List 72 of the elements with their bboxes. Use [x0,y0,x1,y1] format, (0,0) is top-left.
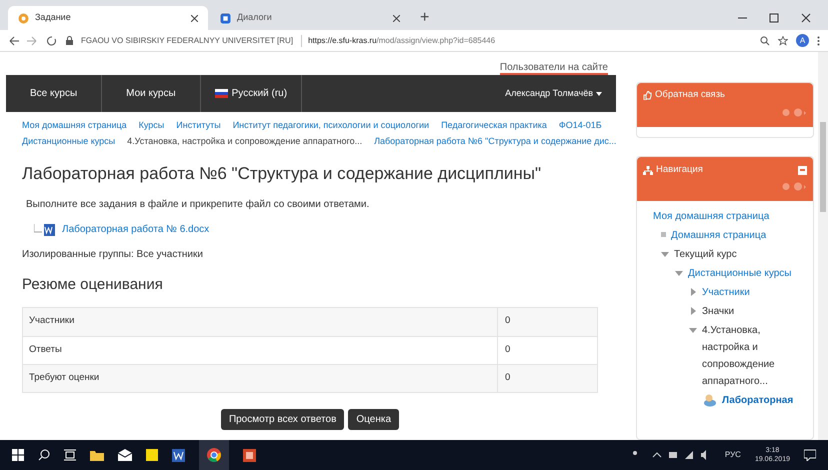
assignment-description: Выполните все задания в файле и прикрепите файл со своими ответами. [25,198,370,212]
table-cell-text: Требуют оценки [28,370,100,385]
user-menu[interactable]: Александр Толмачёв [491,86,616,100]
new-tab-button[interactable]: + [412,6,438,30]
block-title: Обратная связь [655,88,725,102]
breadcrumb-link[interactable]: ФО14-01Б [558,117,602,133]
breadcrumb-link[interactable]: Курсы [138,117,164,133]
folder-icon[interactable] [90,449,104,461]
language-menu[interactable]: Русский (ru) [200,75,302,112]
lock-icon [66,36,73,45]
flag-icon [214,89,228,98]
notifications-icon[interactable] [804,449,816,461]
keyboard-language[interactable]: РУС [724,449,741,461]
nav-item[interactable]: Лабораторная [722,392,794,409]
table-cell-text: Ответы [28,342,63,357]
caret-down-icon[interactable] [675,269,683,277]
close-icon[interactable] [191,14,198,22]
url-text[interactable]: https://e.sfu-kras.ru/mod/assign/view.php?id=685446 [301,34,496,46]
navbar-link[interactable]: Мои курсы [102,75,201,112]
navbar-link[interactable]: Все курсы [6,75,102,112]
caret-down-icon [596,92,602,96]
presentation-app-icon[interactable] [243,448,256,462]
nav-item[interactable]: Участники [702,284,750,301]
nav-item[interactable]: 4.Установка, настройка и сопровождение аппаратного... [702,322,809,390]
nav-item[interactable]: Дистанционные курсы [688,265,792,282]
breadcrumb-link[interactable]: Педагогическая практика [441,117,547,133]
site-identity: FGAOU VO SIBIRSKIY FEDERALNYY UNIVERSITET [RU] [81,34,294,46]
mail-icon[interactable] [118,449,132,461]
thumbs-up-icon [643,90,652,100]
profile-avatar[interactable]: A [796,34,809,47]
nav-item[interactable]: Домашняя страница [671,227,766,244]
nav-item[interactable]: Текущий курс [674,246,737,263]
word-app-icon[interactable] [172,448,185,462]
breadcrumb-link[interactable]: Лабораторная работа №6 "Структура и содержание дис... [374,133,616,149]
breadcrumb-item: 4.Установка, настройка и сопровождение аппаратного... [127,135,362,148]
windows-start-icon[interactable] [12,449,24,461]
groups-info: Изолированные группы: Все участники [22,248,204,262]
star-icon[interactable] [778,36,788,46]
caret-down-icon[interactable] [689,326,697,334]
navigation-arrows-icon[interactable] [8,34,58,46]
block-title: Навигация [656,163,704,177]
tab-title: Задание [35,11,72,24]
breadcrumb-link[interactable]: Моя домашняя страница [22,117,127,133]
collapse-icon[interactable] [798,166,807,175]
menu-icon[interactable] [817,36,820,46]
zoom-icon[interactable] [760,36,770,46]
file-link[interactable]: Лабораторная работа № 6.docx [62,222,210,237]
browser-app-icon[interactable] [207,448,221,462]
sitemap-icon [643,166,653,175]
tab-title: Диалоги [237,11,273,24]
action-button[interactable]: Просмотр всех ответов [220,408,344,430]
assignment-icon [703,393,717,407]
nav-item[interactable]: Моя домашняя страница [653,208,770,225]
section-heading: Резюме оценивания [22,275,164,295]
browser-tab[interactable]: Задание [8,6,208,30]
page-title: Лабораторная работа №6 "Структура и содержание дисциплины" [22,163,542,185]
breadcrumb-link[interactable]: Дистанционные курсы [22,133,116,149]
table-cell-text: Участники [28,314,76,328]
bullet-icon [661,232,666,237]
search-icon[interactable] [38,449,50,461]
breadcrumb-link[interactable]: Институт педагогики, психологии и социологии [232,117,430,133]
caret-right-icon[interactable] [689,288,697,296]
scrollbar[interactable] [818,52,828,440]
task-view-icon[interactable] [64,449,76,461]
action-button[interactable]: Оценка [348,408,400,430]
caret-right-icon[interactable] [689,307,697,315]
nav-item[interactable]: Значки [702,303,734,320]
table-cell: 0 [497,364,597,392]
caret-down-icon[interactable] [661,250,669,258]
breadcrumb-link[interactable]: Институты [176,117,221,133]
close-icon[interactable] [393,14,400,22]
word-file-icon [34,224,56,236]
